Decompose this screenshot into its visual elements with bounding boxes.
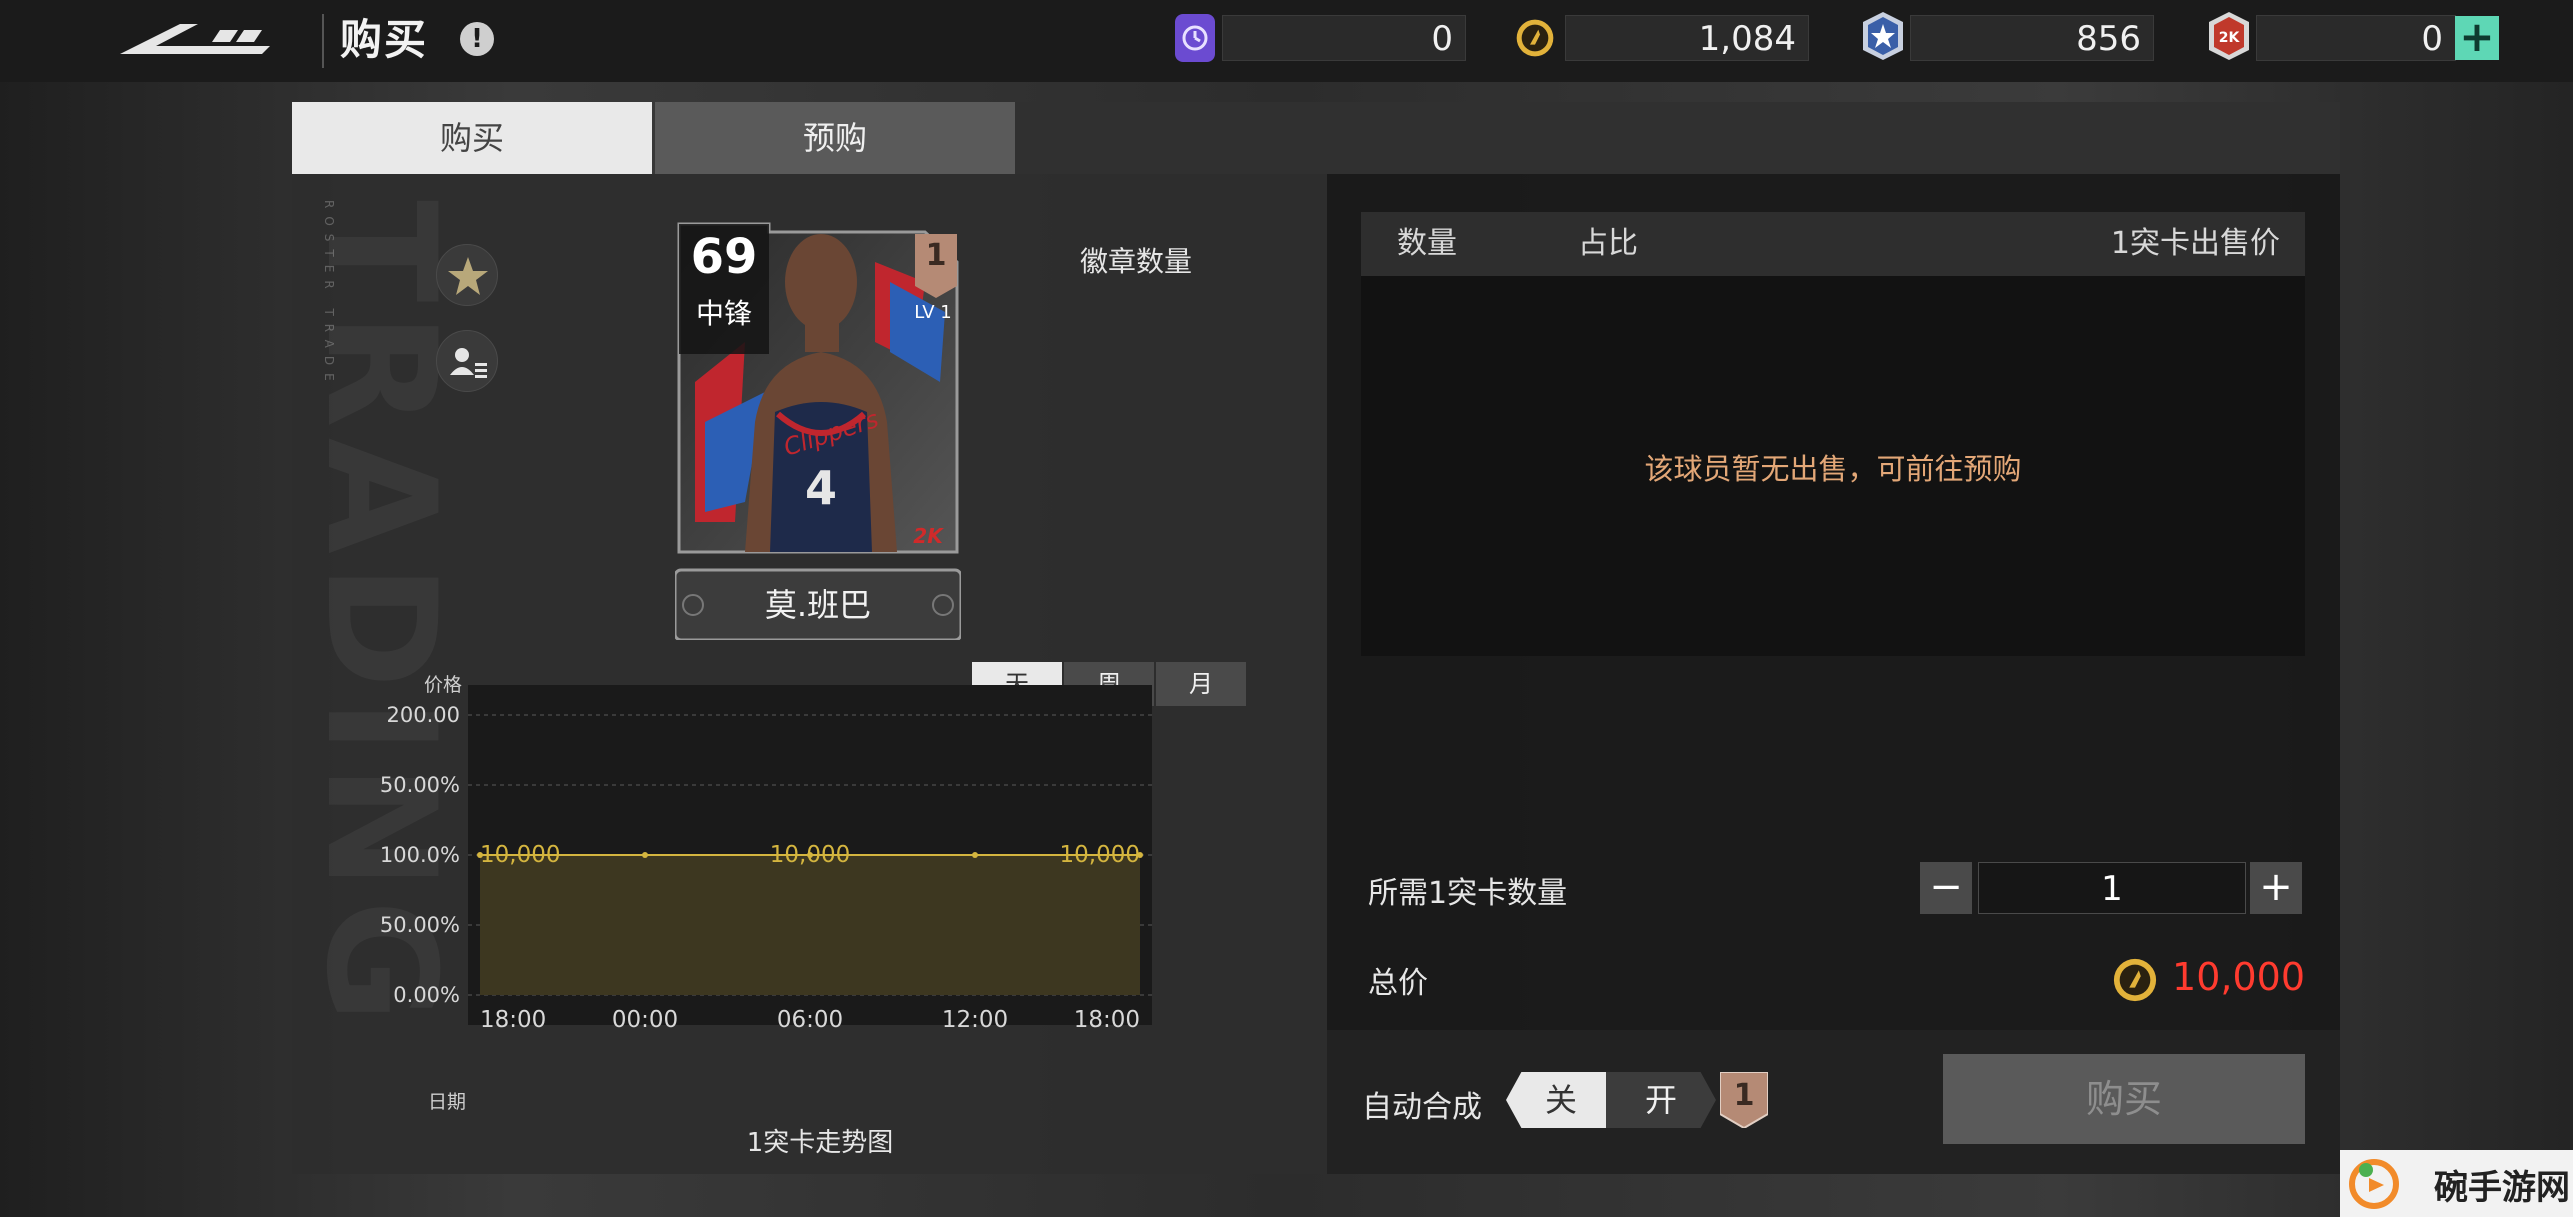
info-icon[interactable]: ! xyxy=(460,22,494,56)
total-label: 总价 xyxy=(1368,966,1428,1001)
currency-star-value: 856 xyxy=(1910,15,2154,61)
chart-y-tick-label: 150.00% xyxy=(380,773,460,797)
add-currency-button[interactable]: + xyxy=(2455,16,2499,60)
auto-merge-on-toggle[interactable]: 开 xyxy=(1606,1072,1716,1128)
tab-preorder[interactable]: 预购 xyxy=(655,102,1015,174)
chart-x-tick-label: 06:00 xyxy=(777,1007,843,1033)
player-list-icon xyxy=(450,348,487,378)
quantity-plus-button[interactable]: + xyxy=(2250,862,2302,914)
column-ratio: 占比 xyxy=(1578,226,1638,261)
chart-data-label: 10,000 xyxy=(1060,842,1140,868)
chart-data-label: 10,000 xyxy=(770,842,850,868)
card-brand-mark: 2K xyxy=(913,524,943,548)
card-level-text: LV 1 xyxy=(914,302,952,323)
page-title: 购买 xyxy=(340,15,429,64)
chart-y-tick-label: 100.0% xyxy=(380,843,460,867)
chart-x-tick-label: 00:00 xyxy=(612,1007,678,1033)
favorite-button[interactable] xyxy=(436,244,498,306)
back-arrow-icon[interactable] xyxy=(120,22,270,58)
chart-data-point xyxy=(972,852,978,858)
card-jersey-number: 4 xyxy=(804,461,837,515)
auto-merge-label: 自动合成 xyxy=(1362,1090,1482,1125)
badge-count-label: 徽章数量 xyxy=(1080,245,1193,278)
column-quantity: 数量 xyxy=(1397,226,1457,261)
auto-merge-off-toggle[interactable]: 关 xyxy=(1506,1072,1616,1128)
quantity-input[interactable]: 1 xyxy=(1978,862,2246,914)
chart-series-area xyxy=(480,855,1140,995)
tab-strip xyxy=(1015,102,2340,174)
quantity-label: 所需1突卡数量 xyxy=(1368,876,1568,911)
chart-x-label: 日期 xyxy=(428,1091,467,1113)
svg-text:2K: 2K xyxy=(2219,30,2241,46)
star-icon xyxy=(448,257,488,295)
chart-y-tick-label: 200.00 xyxy=(387,703,460,727)
tab-buy[interactable]: 购买 xyxy=(292,102,652,174)
blue-star-badge-icon xyxy=(1863,12,1903,60)
gold-coin-icon xyxy=(2113,958,2157,1002)
total-price: 10,000 xyxy=(2172,955,2305,999)
card-level-badge: 1 xyxy=(925,238,947,273)
clock-ticket-icon xyxy=(1175,14,1215,62)
chart-x-tick-label: 12:00 xyxy=(942,1007,1008,1033)
empty-sell-message: 该球员暂无出售，可前往预购 xyxy=(1644,452,2022,486)
chart-x-tick-label: 18:00 xyxy=(480,1007,546,1033)
red-2k-badge-icon: 2K xyxy=(2209,12,2249,60)
chart-data-label: 10,000 xyxy=(480,842,560,868)
card-rating: 69 xyxy=(690,229,758,285)
currency-ticket-value: 0 xyxy=(1222,15,1466,61)
watermark-small-text: ROSTER TRADE xyxy=(322,200,336,389)
gold-coin-icon xyxy=(1516,19,1554,57)
site-watermark-text: 碗手游网 xyxy=(2434,1168,2570,1208)
player-info-button[interactable] xyxy=(436,330,498,392)
card-player-name: 莫.班巴 xyxy=(764,586,872,624)
column-sell-price: 1突卡出售价 xyxy=(2110,226,2280,261)
chart-y-tick-label: 0.00% xyxy=(393,983,460,1007)
price-trend-chart: 200.00 150.00% 100.0% 50.00% 0.00% 10,000 10,0… xyxy=(380,685,1152,1033)
divider xyxy=(322,14,324,68)
quantity-minus-button[interactable]: − xyxy=(1920,862,1972,914)
chart-x-tick-label: 18:00 xyxy=(1074,1007,1140,1033)
card-position: 中锋 xyxy=(695,297,752,330)
currency-coin-value: 1,084 xyxy=(1565,15,1809,61)
player-card[interactable]: 69 中锋 1 LV 1 Clippers 4 2K 莫.班巴 xyxy=(675,222,961,640)
buy-button[interactable]: 购买 xyxy=(1943,1054,2305,1144)
currency-2k-value: 0 xyxy=(2256,15,2456,61)
site-logo-icon xyxy=(2349,1159,2399,1209)
auto-merge-level-badge: 1 xyxy=(1733,1078,1755,1113)
chart-title: 1突卡走势图 xyxy=(746,1128,894,1158)
chart-data-point xyxy=(642,852,648,858)
chart-y-tick-label: 50.00% xyxy=(380,913,460,937)
